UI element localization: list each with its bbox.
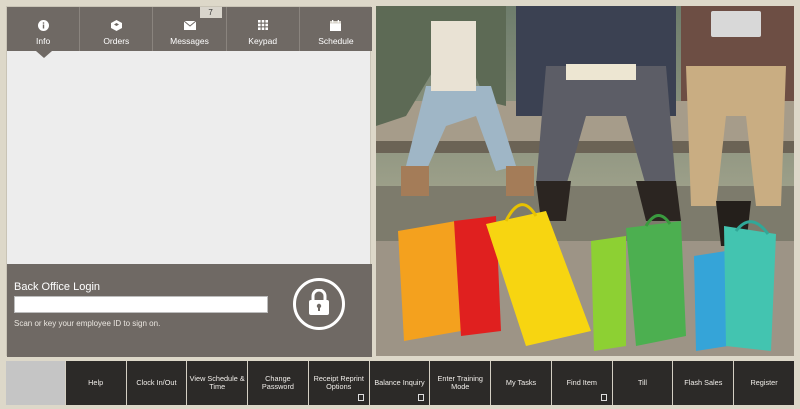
tab-keypad[interactable]: Keypad [227,7,300,51]
document-icon [418,394,425,401]
receipt-reprint-options-button[interactable]: Receipt Reprint Options [308,361,369,405]
tab-info[interactable]: Info [7,7,81,51]
back-office-login-panel: Back Office Login Scan or key your emplo… [7,264,372,357]
key-label: Enter Training Mode [437,373,483,391]
key-label: Till [638,377,648,387]
tab-bar: Info Orders Messages 7 Keypad Schedule [7,7,372,51]
schedule-icon [300,19,372,31]
tab-label: Messages [170,36,209,46]
flash-sales-button[interactable]: Flash Sales [673,361,734,405]
view-schedule-button[interactable]: View Schedule & Time [187,361,248,405]
active-tab-indicator [36,51,52,58]
key-label: Change Password [261,373,294,391]
info-icon [7,19,79,31]
key-label: Find Item [566,377,597,387]
login-title: Back Office Login [14,281,101,293]
register-button[interactable]: Register [734,361,794,405]
clock-in-out-button[interactable]: Clock In/Out [126,361,187,405]
employee-id-input[interactable] [14,296,268,313]
key-label: Help [88,377,104,387]
tab-label: Schedule [318,36,354,46]
tab-orders[interactable]: Orders [80,7,154,51]
document-icon [357,394,364,401]
function-key-bar: Help Clock In/Out View Schedule & Time C… [6,361,794,405]
find-item-button[interactable]: Find Item [551,361,612,405]
key-label: Receipt Reprint Options [313,373,364,391]
key-label: Balance Inquiry [374,377,425,387]
help-button[interactable]: Help [65,361,126,405]
balance-inquiry-button[interactable]: Balance Inquiry [369,361,430,405]
tab-messages[interactable]: Messages 7 [153,7,227,51]
sign-on-lock-button[interactable] [293,278,345,330]
lock-icon [308,288,330,320]
enter-training-mode-button[interactable]: Enter Training Mode [430,361,491,405]
left-panel: Info Orders Messages 7 Keypad Schedule B… [6,6,372,357]
messages-count-badge: 7 [199,7,222,18]
change-password-button[interactable]: Change Password [248,361,308,405]
key-label: Register [750,377,778,387]
orders-icon [80,19,152,31]
tab-label: Info [36,36,51,46]
document-icon [600,394,607,401]
key-label: My Tasks [505,377,537,387]
my-tasks-button[interactable]: My Tasks [491,361,551,405]
key-label: Clock In/Out [136,377,177,387]
shopping-bags-photo [376,6,794,356]
keypad-icon [227,19,299,31]
tab-label: Orders [103,36,130,46]
tab-label: Keypad [248,36,278,46]
tab-schedule[interactable]: Schedule [300,7,372,51]
key-label: Flash Sales [684,377,723,387]
till-button[interactable]: Till [612,361,673,405]
envelope-icon [153,19,225,31]
login-hint: Scan or key your employee ID to sign on. [14,319,161,328]
blank-key [6,361,65,405]
key-label: View Schedule & Time [189,373,245,391]
